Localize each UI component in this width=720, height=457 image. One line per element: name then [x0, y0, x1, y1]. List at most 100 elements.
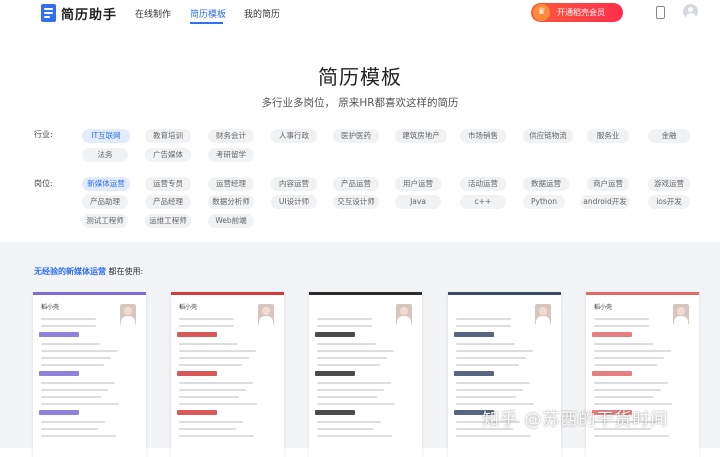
card-text-line — [456, 318, 511, 320]
card-text-line — [179, 435, 254, 437]
position-tag[interactable]: 数据运营 — [523, 177, 569, 191]
position-tag[interactable]: 活动运营 — [460, 177, 506, 191]
position-tag[interactable]: 用户运营 — [395, 177, 441, 191]
card-text-line — [317, 403, 395, 405]
position-tag[interactable]: 运营经理 — [208, 177, 254, 191]
position-tag[interactable]: Web前端 — [208, 214, 254, 228]
position-tag[interactable]: Java — [395, 195, 441, 209]
card-text-line — [41, 357, 111, 359]
industry-tag[interactable]: 广告媒体 — [145, 148, 191, 162]
card-text-line — [179, 428, 236, 430]
gallery-heading-suffix: 都在使用: — [106, 267, 144, 276]
nav-my-resumes[interactable]: 我的简历 — [244, 7, 280, 20]
position-tag[interactable]: Python — [523, 195, 565, 209]
resume-template-card[interactable]: 稻小壳 — [586, 292, 699, 457]
card-section-header — [592, 371, 632, 376]
card-text-line — [41, 396, 101, 398]
card-section-header — [177, 371, 217, 376]
card-text-line — [594, 325, 649, 327]
position-tag[interactable]: ios开发 — [648, 195, 690, 209]
page-subtitle: 多行业多岗位， 原来HR都喜欢这样的简历 — [261, 97, 459, 109]
position-tag[interactable]: 数据分析师 — [208, 195, 254, 209]
resume-template-card[interactable] — [448, 292, 561, 457]
industry-tag[interactable]: 法务 — [82, 148, 128, 162]
card-text-line — [41, 382, 115, 384]
card-accent-bar — [309, 292, 422, 295]
card-portrait-photo — [258, 304, 274, 325]
position-tag[interactable]: 产品助理 — [82, 195, 128, 209]
card-text-line — [41, 318, 96, 320]
position-tag[interactable]: 内容运营 — [271, 177, 317, 191]
resume-template-card[interactable]: 稻小壳 — [171, 292, 284, 457]
gallery-heading-highlight: 无经验的新媒体运营 — [34, 267, 106, 276]
industry-tag[interactable]: 教育培训 — [145, 129, 191, 143]
card-candidate-name: 稻小壳 — [179, 304, 198, 311]
position-tag[interactable]: 商户运营 — [587, 177, 629, 191]
industry-tag[interactable]: 医护医药 — [333, 129, 379, 143]
card-text-line — [456, 396, 516, 398]
card-text-line — [179, 343, 238, 345]
position-tag[interactable]: 产品运营 — [333, 177, 379, 191]
vip-button[interactable]: ♛ 开通稻壳会员 — [531, 3, 623, 22]
resume-template-card[interactable]: 稻小壳 — [33, 292, 146, 457]
industry-tag[interactable]: 建筑房地产 — [395, 129, 447, 143]
industry-tag[interactable]: 供应链物流 — [523, 129, 573, 143]
industry-label: 行业: — [34, 130, 53, 139]
card-text-line — [41, 435, 116, 437]
card-section-header — [39, 410, 79, 415]
card-section-header — [315, 371, 355, 376]
card-text-line — [41, 428, 98, 430]
card-section-header — [592, 332, 632, 337]
position-tag[interactable]: 交互设计师 — [333, 195, 379, 209]
logo-document-icon[interactable] — [41, 4, 56, 22]
card-text-line — [317, 364, 380, 366]
card-text-line — [594, 318, 649, 320]
industry-tag[interactable]: 人事行政 — [271, 129, 317, 143]
card-section-header — [39, 371, 79, 376]
card-text-line — [317, 357, 387, 359]
card-text-line — [179, 364, 242, 366]
industry-tag[interactable]: 财务会计 — [208, 129, 254, 143]
industry-tag[interactable]: 市场销售 — [460, 129, 506, 143]
industry-tag[interactable]: IT互联网 — [82, 129, 130, 143]
position-tag[interactable]: 游戏运营 — [648, 177, 690, 191]
card-section-header — [315, 410, 355, 415]
industry-tag[interactable]: 金融 — [648, 129, 690, 143]
card-text-line — [317, 435, 392, 437]
card-section-header — [177, 410, 217, 415]
mobile-phone-icon[interactable] — [656, 6, 665, 19]
card-section-header — [454, 332, 494, 337]
card-text-line — [317, 396, 377, 398]
position-label: 岗位: — [34, 179, 53, 188]
position-tag[interactable]: UI设计师 — [271, 195, 317, 209]
position-tag[interactable]: c++ — [460, 195, 506, 209]
card-text-line — [456, 364, 519, 366]
user-avatar-icon[interactable] — [683, 4, 698, 19]
card-text-line — [594, 357, 664, 359]
industry-tag[interactable]: 考研留学 — [208, 148, 254, 162]
position-tag[interactable]: android开发 — [580, 195, 630, 209]
nav-resume-templates[interactable]: 简历模板 — [190, 7, 226, 20]
position-tag[interactable]: 测试工程师 — [82, 214, 128, 228]
position-tag[interactable]: 产品经理 — [145, 195, 191, 209]
card-text-line — [317, 325, 372, 327]
card-text-line — [317, 343, 376, 345]
position-tag[interactable]: 新媒体运营 — [82, 177, 130, 191]
card-accent-bar — [33, 292, 146, 295]
card-text-line — [41, 325, 96, 327]
nav-online-make[interactable]: 在线制作 — [135, 7, 171, 20]
card-text-line — [456, 389, 523, 391]
position-tag[interactable]: 运营专员 — [145, 177, 191, 191]
position-tag[interactable]: 运维工程师 — [145, 214, 191, 228]
card-text-line — [179, 318, 234, 320]
card-text-line — [179, 403, 257, 405]
resume-template-card[interactable] — [309, 292, 422, 457]
industry-tag[interactable]: 服务业 — [587, 129, 629, 143]
card-text-line — [456, 325, 511, 327]
card-text-line — [456, 357, 526, 359]
card-text-line — [317, 382, 391, 384]
logo-text[interactable]: 简历助手 — [61, 4, 117, 23]
card-text-line — [179, 382, 253, 384]
card-text-line — [594, 389, 661, 391]
card-text-line — [41, 403, 119, 405]
